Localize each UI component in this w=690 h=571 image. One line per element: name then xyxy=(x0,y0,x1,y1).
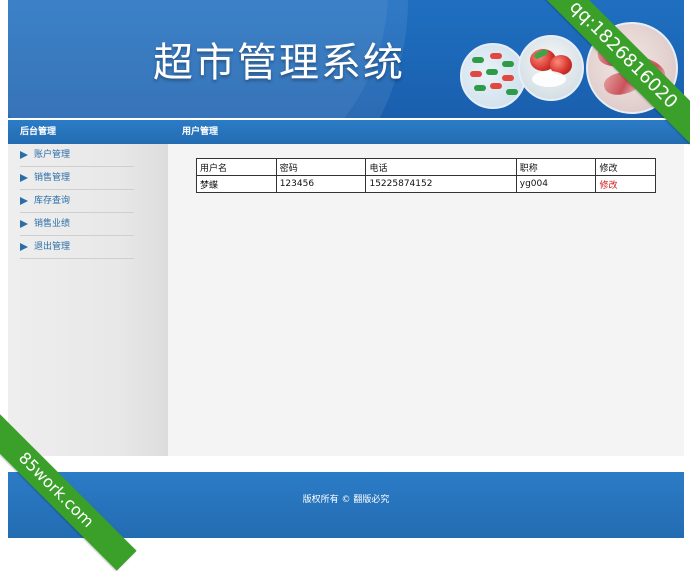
arrow-right-icon xyxy=(20,197,28,205)
sidebar-item-performance[interactable]: 销售业绩 xyxy=(20,213,134,236)
column-header-username: 用户名 xyxy=(196,158,277,176)
column-header-phone: 电话 xyxy=(365,158,517,176)
footer-copyright: 版权所有 © 翻版必究 xyxy=(302,495,390,505)
cell-password: 123456 xyxy=(275,175,367,193)
sidebar-item-label: 库存查询 xyxy=(34,196,71,206)
edit-link[interactable]: 修改 xyxy=(599,181,617,191)
arrow-right-icon xyxy=(20,151,28,159)
sidebar-item-inventory[interactable]: 库存查询 xyxy=(20,190,134,213)
cell-title: yg004 xyxy=(515,175,597,193)
sidebar: 账户管理 销售管理 库存查询 销售业绩 退出管理 xyxy=(8,144,168,456)
tomato-image xyxy=(518,35,584,101)
table-header-row: 用户名 密码 电话 职称 修改 xyxy=(196,158,656,176)
sidebar-item-label: 退出管理 xyxy=(34,242,71,252)
content-title-bar: 用户管理 xyxy=(168,120,690,144)
user-table: 用户名 密码 电话 职称 修改 梦蝶 123456 15225874152 yg… xyxy=(196,158,656,193)
arrow-right-icon xyxy=(20,220,28,228)
pills-image xyxy=(460,43,526,109)
sidebar-title: 后台管理 xyxy=(20,127,57,137)
content-area: 用户名 密码 电话 职称 修改 梦蝶 123456 15225874152 yg… xyxy=(168,144,684,456)
cell-phone: 15225874152 xyxy=(365,175,517,193)
sidebar-menu: 账户管理 销售管理 库存查询 销售业绩 退出管理 xyxy=(8,144,164,259)
sidebar-title-bar: 后台管理 xyxy=(8,120,176,144)
column-header-edit: 修改 xyxy=(595,158,656,176)
cell-username: 梦蝶 xyxy=(196,175,277,193)
sidebar-item-account[interactable]: 账户管理 xyxy=(20,144,134,167)
sidebar-item-sales[interactable]: 销售管理 xyxy=(20,167,134,190)
page: 超市管理系统 后台管理 用户管理 账户管理 销售管理 库存查询 销售业绩 退出管… xyxy=(8,0,690,544)
cell-edit: 修改 xyxy=(595,175,656,193)
app-title: 超市管理系统 xyxy=(153,40,405,86)
sidebar-item-label: 销售管理 xyxy=(34,173,71,183)
sidebar-item-label: 账户管理 xyxy=(34,150,71,160)
table-row: 梦蝶 123456 15225874152 yg004 修改 xyxy=(196,175,656,193)
arrow-right-icon xyxy=(20,174,28,182)
sidebar-item-label: 销售业绩 xyxy=(34,219,71,229)
column-header-title: 职称 xyxy=(515,158,597,176)
sidebar-item-logout[interactable]: 退出管理 xyxy=(20,236,134,259)
arrow-right-icon xyxy=(20,243,28,251)
content-title: 用户管理 xyxy=(182,127,219,137)
column-header-password: 密码 xyxy=(275,158,367,176)
